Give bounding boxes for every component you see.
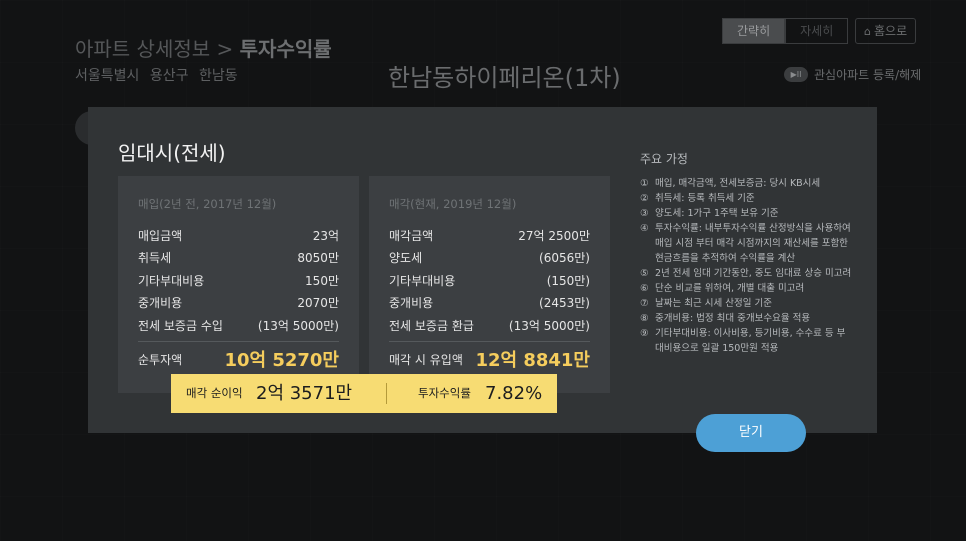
assumption-number: ① <box>640 178 649 189</box>
assumption-number: ④ <box>640 223 649 234</box>
total-value: 10억 5270만 <box>224 350 339 371</box>
row-label: 전세 보증금 수입 <box>138 319 223 333</box>
sale-row: 중개비용 (2453만) <box>389 294 590 311</box>
net-profit-value: 2억 3571만 <box>256 383 353 404</box>
purchase-row: 매입금액 23억 <box>138 227 339 244</box>
row-value: 150만 <box>305 274 339 288</box>
modal-title: 임대시(전세) <box>118 141 226 165</box>
sale-row: 기타부대비용 (150만) <box>389 272 590 289</box>
assumption-number: ⑥ <box>640 283 649 294</box>
assumption-item: ② 취득세: 등록 취득세 기준 <box>640 191 852 206</box>
row-label: 매각금액 <box>389 229 434 243</box>
region-path: 서울특별시 용산구 한남동 <box>75 65 244 85</box>
total-value: 12억 8841만 <box>475 350 590 371</box>
row-label: 기타부대비용 <box>389 274 456 288</box>
row-value: (150만) <box>546 274 590 288</box>
assumptions-title: 주요 가정 <box>640 152 688 166</box>
assumption-text: 단순 비교를 위하여, 개별 대출 미고려 <box>655 283 805 294</box>
assumption-number: ② <box>640 193 649 204</box>
breadcrumb-parent: 아파트 상세정보 > <box>75 37 234 61</box>
purchase-row: 중개비용 2070만 <box>138 294 339 311</box>
assumption-item: ④ 투자수익률: 내부투자수익률 산정방식을 사용하여 매입 시점 부터 매각 시… <box>640 221 852 266</box>
assumption-text: 취득세: 등록 취득세 기준 <box>655 193 755 204</box>
row-label: 기타부대비용 <box>138 274 205 288</box>
assumption-text: 2년 전세 임대 기간동안, 중도 임대료 상승 미고려 <box>655 268 852 279</box>
assumption-text: 날짜는 최근 시세 산정일 기준 <box>655 298 772 309</box>
row-label: 취득세 <box>138 251 172 265</box>
home-icon: ⌂ <box>864 25 871 38</box>
assumption-text: 매입, 매각금액, 전세보증금: 당시 KB시세 <box>655 178 821 189</box>
region-dong: 한남동 <box>198 68 238 84</box>
row-value: 2070만 <box>297 296 339 310</box>
sale-row: 양도세 (6056만) <box>389 249 590 266</box>
assumption-number: ⑤ <box>640 268 649 279</box>
purchase-row: 기타부대비용 150만 <box>138 272 339 289</box>
purchase-row: 전세 보증금 수입 (13억 5000만) <box>138 317 339 334</box>
row-label: 양도세 <box>389 251 423 265</box>
purchase-row: 취득세 8050만 <box>138 249 339 266</box>
breadcrumb: 아파트 상세정보 > 투자수익률 <box>75 33 332 62</box>
purchase-total: 순투자액 10억 5270만 <box>138 342 339 376</box>
favorite-label: 관심아파트 등록/해제 <box>814 68 922 82</box>
assumption-item: ① 매입, 매각금액, 전세보증금: 당시 KB시세 <box>640 176 852 191</box>
net-profit-label: 매각 순이익 <box>186 386 243 400</box>
row-label: 중개비용 <box>389 296 434 310</box>
assumption-item: ⑤ 2년 전세 임대 기간동안, 중도 임대료 상승 미고려 <box>640 266 852 281</box>
assumption-item: ⑥ 단순 비교를 위하여, 개별 대출 미고려 <box>640 281 852 296</box>
row-value: (2453만) <box>539 296 590 310</box>
assumption-text: 투자수익률: 내부투자수익률 산정방식을 사용하여 매입 시점 부터 매각 시점… <box>655 223 851 264</box>
assumption-text: 양도세: 1가구 1주택 보유 기준 <box>655 208 779 219</box>
row-value: 8050만 <box>297 251 339 265</box>
purchase-card-header: 매입(2년 전, 2017년 12월) <box>138 197 277 211</box>
row-value: (13억 5000만) <box>257 319 339 333</box>
row-value: 27억 2500만 <box>518 229 590 243</box>
purchase-card: 매입(2년 전, 2017년 12월) 매입금액 23억 취득세 8050만 기… <box>118 176 359 393</box>
sale-card: 매각(현재, 2019년 12월) 매각금액 27억 2500만 양도세 (60… <box>369 176 610 393</box>
home-button[interactable]: ⌂ 홈으로 <box>855 18 917 44</box>
row-value: (13억 5000만) <box>508 319 590 333</box>
assumption-number: ③ <box>640 208 649 219</box>
row-label: 중개비용 <box>138 296 183 310</box>
breadcrumb-current: 투자수익률 <box>239 37 332 61</box>
apartment-name: 한남동하이페리온(1차) <box>388 64 621 92</box>
assumption-item: ③ 양도세: 1가구 1주택 보유 기준 <box>640 206 852 221</box>
total-label: 매각 시 유입액 <box>389 352 463 367</box>
region-city: 서울특별시 <box>75 68 140 84</box>
view-toggle: 간략히 자세히 <box>722 18 849 44</box>
assumption-item: ⑦ 날짜는 최근 시세 산정일 기준 <box>640 296 852 311</box>
total-label: 순투자액 <box>138 352 183 367</box>
assumption-number: ⑧ <box>640 313 649 324</box>
close-button[interactable]: 닫기 <box>696 414 806 452</box>
return-rate-value: 7.82% <box>485 383 543 404</box>
row-value: 23억 <box>312 229 339 243</box>
assumptions-list: ① 매입, 매각금액, 전세보증금: 당시 KB시세 ② 취득세: 등록 취득세 기… <box>640 176 852 356</box>
return-rate-label: 투자수익률 <box>418 386 471 400</box>
view-detail-button[interactable]: 자세히 <box>785 18 849 44</box>
sale-row: 전세 보증금 환급 (13억 5000만) <box>389 317 590 334</box>
row-label: 전세 보증금 환급 <box>389 319 474 333</box>
sale-card-header: 매각(현재, 2019년 12월) <box>389 197 517 211</box>
result-bar: 매각 순이익 2억 3571만 투자수익률 7.82% <box>171 374 557 413</box>
sale-row: 매각금액 27억 2500만 <box>389 227 590 244</box>
favorite-toggle-icon: ▶II <box>784 67 808 82</box>
assumption-number: ⑦ <box>640 298 649 309</box>
result-divider <box>386 383 387 404</box>
view-simple-button[interactable]: 간략히 <box>722 18 786 44</box>
row-value: (6056만) <box>539 251 590 265</box>
home-label: 홈으로 <box>873 24 908 38</box>
assumption-item: ⑨ 기타부대비용: 이사비용, 등기비용, 수수료 등 부대비용으로 일괄 150… <box>640 326 852 356</box>
sale-total: 매각 시 유입액 12억 8841만 <box>389 342 590 376</box>
assumption-text: 중개비용: 법정 최대 중개보수요율 적용 <box>655 313 811 324</box>
assumption-text: 기타부대비용: 이사비용, 등기비용, 수수료 등 부대비용으로 일괄 150만… <box>655 328 846 354</box>
assumption-number: ⑨ <box>640 328 649 339</box>
region-district: 용산구 <box>149 68 189 84</box>
assumption-item: ⑧ 중개비용: 법정 최대 중개보수요율 적용 <box>640 311 852 326</box>
row-label: 매입금액 <box>138 229 183 243</box>
favorite-toggle[interactable]: ▶II 관심아파트 등록/해제 <box>784 66 921 83</box>
